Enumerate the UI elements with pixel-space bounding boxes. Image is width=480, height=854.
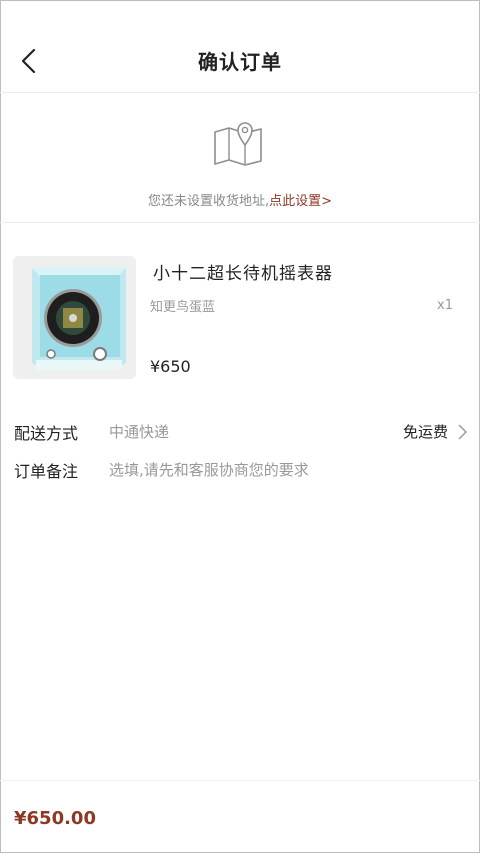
delivery-method: 中通快递: [109, 423, 170, 441]
delivery-label: 配送方式: [14, 424, 79, 443]
set-address-link[interactable]: 点此设置>: [269, 194, 332, 209]
product-item: 小十二超长待机摇表器 知更鸟蛋蓝 x1 ¥650: [0, 223, 480, 393]
address-notice: 您还未设置收货地址,点此设置>: [0, 190, 480, 209]
address-section[interactable]: 您还未设置收货地址,点此设置>: [0, 93, 480, 223]
chevron-right-icon: [458, 424, 467, 440]
watch-winder-image: [32, 267, 126, 370]
product-spec: 知更鸟蛋蓝: [150, 300, 216, 315]
remark-input[interactable]: [106, 454, 462, 486]
shipping-fee: 免运费: [402, 423, 448, 441]
page-title: 确认订单: [198, 50, 282, 74]
total-price: ¥650.00: [14, 808, 96, 829]
address-notice-text: 您还未设置收货地址,: [147, 194, 270, 209]
remark-row: 订单备注: [0, 452, 480, 486]
delivery-row[interactable]: 配送方式 中通快递 免运费: [0, 414, 480, 448]
bottom-bar: ¥650.00: [0, 780, 480, 854]
product-quantity: x1: [437, 298, 453, 313]
top-bar: 确认订单: [0, 30, 480, 93]
remark-label: 订单备注: [14, 462, 79, 481]
map-pin-icon: [214, 122, 262, 166]
product-image: [13, 256, 136, 379]
product-price: ¥650: [150, 357, 191, 376]
product-name: 小十二超长待机摇表器: [153, 264, 333, 284]
